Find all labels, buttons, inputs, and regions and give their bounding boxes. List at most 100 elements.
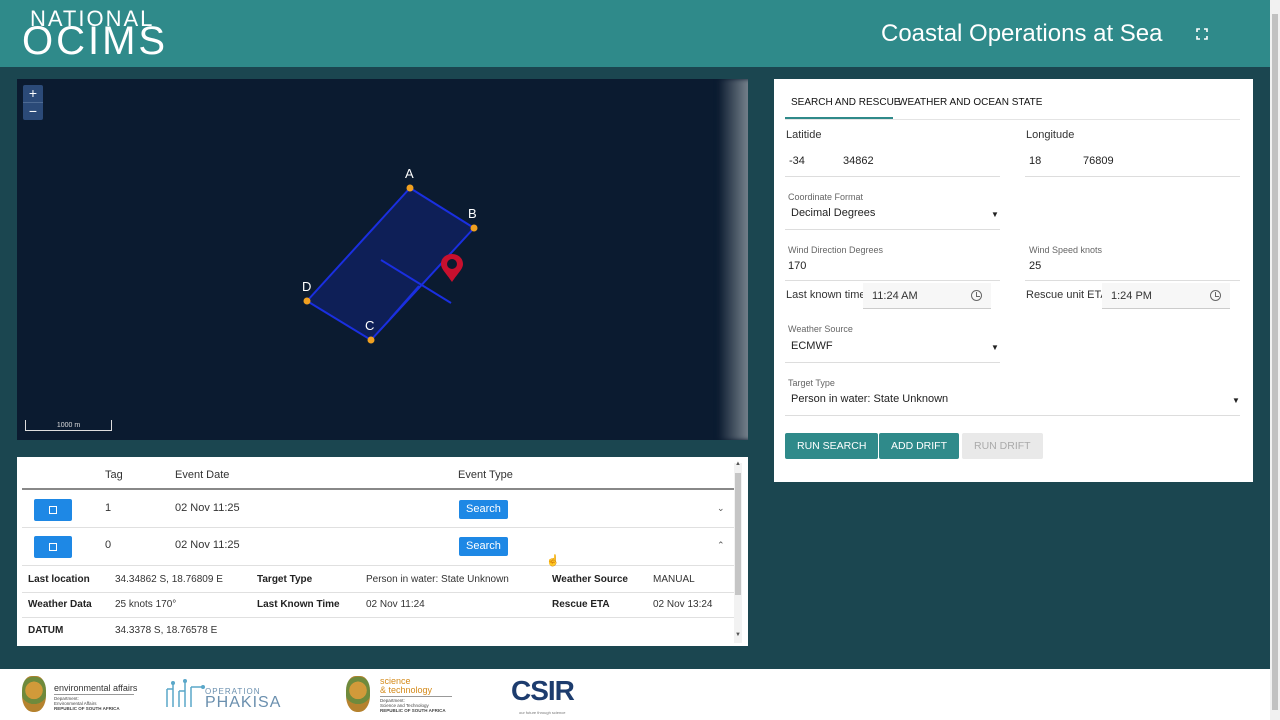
add-drift-button[interactable]: ADD DRIFT	[879, 433, 959, 459]
latitude-label: Latitide	[786, 129, 822, 141]
chevron-up-icon[interactable]: ⌃	[717, 540, 725, 551]
phakisa-circuit-icon	[166, 679, 205, 707]
detail-label-rescue-eta: Rescue ETA	[552, 599, 610, 610]
tab-search-and-rescue[interactable]: SEARCH AND RESCUE	[791, 97, 900, 108]
detail-label-weather-data: Weather Data	[28, 599, 92, 610]
coat-of-arms-logo	[346, 676, 370, 712]
detail-label-last-location: Last location	[28, 574, 90, 585]
hand-cursor-icon: ☝	[546, 555, 560, 567]
wind-direction-label: Wind Direction Degrees	[788, 245, 884, 255]
point-a	[406, 184, 414, 192]
table-scrollbar-thumb[interactable]	[735, 473, 741, 595]
csir-tagline: our future through science	[519, 710, 566, 715]
sci-tech-title-2: & technology	[380, 685, 433, 695]
wind-speed-label: Wind Speed knots	[1029, 245, 1103, 255]
detail-divider	[22, 617, 734, 618]
longitude-decimal-input[interactable]: 76809	[1083, 155, 1114, 167]
env-divider	[54, 694, 134, 695]
search-area-overlay: A B C D	[302, 166, 478, 344]
zoom-control: + −	[23, 85, 43, 120]
show-on-map-button[interactable]	[34, 499, 72, 521]
header-divider	[22, 488, 734, 490]
dropdown-caret-icon[interactable]: ▼	[991, 343, 999, 352]
dropdown-caret-icon[interactable]: ▼	[1232, 396, 1240, 405]
detail-divider	[22, 592, 734, 593]
weather-source-select[interactable]: ECMWF	[791, 340, 833, 352]
rescue-eta-input[interactable]: 1:24 PM	[1102, 283, 1230, 309]
row-divider	[22, 565, 734, 566]
page-title: Coastal Operations at Sea	[881, 20, 1163, 47]
detail-weather-source: MANUAL	[653, 574, 695, 585]
wind-speed-underline	[1025, 280, 1240, 281]
page-scrollbar-thumb[interactable]	[1272, 14, 1278, 710]
detail-rescue-eta: 02 Nov 13:24	[653, 599, 713, 610]
tab-weather-ocean-state[interactable]: WEATHER AND OCEAN STATE	[898, 97, 1042, 108]
longitude-underline	[1025, 176, 1240, 177]
fullscreen-icon[interactable]	[1196, 28, 1208, 40]
row-tag: 1	[105, 502, 112, 514]
latitude-decimal-input[interactable]: 34862	[843, 155, 874, 167]
csir-logo: CSIR	[511, 675, 575, 706]
col-header-date: Event Date	[175, 469, 230, 481]
point-d-label: D	[302, 279, 311, 294]
coord-format-underline	[785, 229, 1000, 230]
row-date: 02 Nov 11:25	[175, 502, 240, 514]
row-date: 02 Nov 11:25	[175, 539, 240, 551]
map-icon	[49, 506, 57, 514]
sci-divider	[380, 696, 452, 697]
dropdown-caret-icon[interactable]: ▼	[991, 210, 999, 219]
event-type-search-button[interactable]: Search	[459, 537, 508, 556]
wind-direction-input[interactable]: 170	[788, 260, 806, 272]
wind-speed-input[interactable]: 25	[1029, 260, 1041, 272]
latitude-degrees-input[interactable]: -34	[789, 155, 805, 167]
clock-icon[interactable]	[1210, 290, 1221, 301]
target-type-underline	[785, 415, 1240, 416]
detail-label-target-type: Target Type	[257, 574, 313, 585]
ocims-logo: NATIONAL OCIMS	[22, 6, 192, 62]
rescue-eta-value: 1:24 PM	[1111, 290, 1152, 302]
col-header-type: Event Type	[458, 469, 513, 481]
col-header-tag: Tag	[105, 469, 123, 481]
chevron-down-icon[interactable]: ⌄	[717, 503, 725, 514]
detail-last-known-time: 02 Nov 11:24	[366, 599, 425, 610]
run-drift-button[interactable]: RUN DRIFT	[962, 433, 1043, 459]
env-country: REPUBLIC OF SOUTH AFRICA	[54, 706, 120, 711]
point-c-label: C	[365, 318, 374, 333]
partner-logos-footer: environmental affairs Department: Enviro…	[0, 669, 1270, 720]
latitude-underline	[785, 176, 1000, 177]
target-type-select[interactable]: Person in water: State Unknown	[791, 393, 948, 405]
detail-last-location: 34.34862 S, 18.76809 E	[115, 574, 223, 585]
detail-datum: 34.3378 S, 18.76578 E	[115, 625, 218, 636]
scale-bar: 1000 m	[25, 420, 112, 431]
clock-icon[interactable]	[971, 290, 982, 301]
point-b-label: B	[468, 206, 477, 221]
scroll-up-arrow-icon[interactable]: ▲	[735, 461, 741, 467]
detail-label-last-known-time: Last Known Time	[257, 599, 340, 610]
last-known-time-value: 11:24 AM	[872, 290, 918, 302]
scroll-down-arrow-icon[interactable]: ▼	[735, 632, 741, 638]
longitude-label: Longitude	[1026, 129, 1075, 141]
search-rescue-form: SEARCH AND RESCUE WEATHER AND OCEAN STAT…	[774, 79, 1253, 482]
run-search-button[interactable]: RUN SEARCH	[785, 433, 879, 459]
events-table: Tag Event Date Event Type 1 02 Nov 11:25…	[17, 457, 748, 646]
coat-of-arms-logo	[22, 676, 46, 712]
row-tag: 0	[105, 539, 112, 551]
tab-divider	[785, 119, 1240, 120]
point-d	[303, 297, 311, 305]
row-divider	[22, 527, 734, 528]
detail-label-datum: DATUM	[28, 625, 64, 636]
rescue-eta-label: Rescue unit ETA	[1026, 289, 1108, 301]
event-type-search-button[interactable]: Search	[459, 500, 508, 519]
point-a-label: A	[405, 166, 414, 181]
detail-target-type: Person in water: State Unknown	[366, 574, 509, 585]
env-affairs-title: environmental affairs	[54, 683, 138, 693]
longitude-degrees-input[interactable]: 18	[1029, 155, 1041, 167]
coord-format-select[interactable]: Decimal Degrees	[791, 207, 875, 219]
last-known-time-input[interactable]: 11:24 AM	[863, 283, 991, 309]
show-on-map-button[interactable]	[34, 536, 72, 558]
zoom-out-button[interactable]: −	[23, 102, 43, 119]
map-view[interactable]: A B C D + − 1000 m	[17, 79, 748, 440]
zoom-in-button[interactable]: +	[23, 85, 43, 102]
detail-weather-data: 25 knots 170°	[115, 599, 177, 610]
last-known-time-label: Last known time	[786, 289, 866, 301]
